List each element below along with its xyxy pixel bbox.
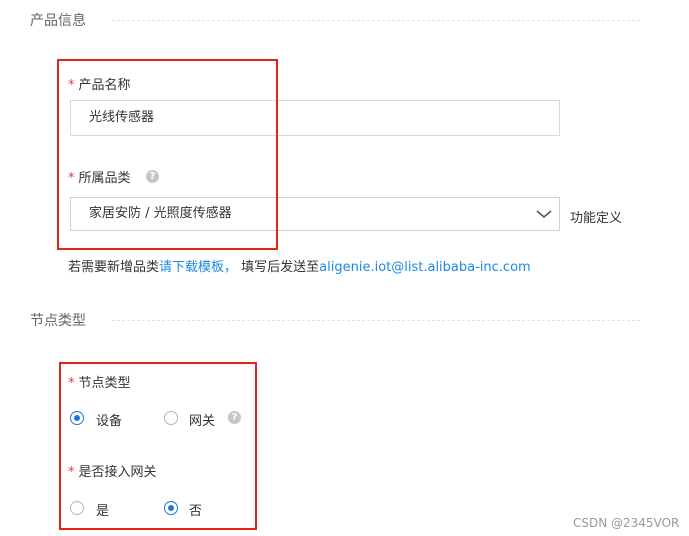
section-divider: [112, 20, 640, 21]
annotation-box-product: [57, 59, 278, 250]
function-definition-link[interactable]: 功能定义: [570, 207, 622, 226]
section-title-product-info: 产品信息: [30, 13, 86, 29]
section-divider: [112, 320, 640, 321]
new-category-hint: 若需要新增品类请下载模板， 填写后发送至aligenie.iot@list.al…: [68, 260, 531, 275]
annotation-box-node-type: [59, 362, 257, 530]
section-title-node-type: 节点类型: [30, 313, 86, 329]
download-template-link[interactable]: 请下载模板，: [159, 260, 237, 275]
chevron-down-icon[interactable]: [532, 202, 556, 226]
watermark: CSDN @2345VOR: [573, 516, 680, 530]
email-link[interactable]: aligenie.iot@list.alibaba-inc.com: [319, 260, 531, 275]
